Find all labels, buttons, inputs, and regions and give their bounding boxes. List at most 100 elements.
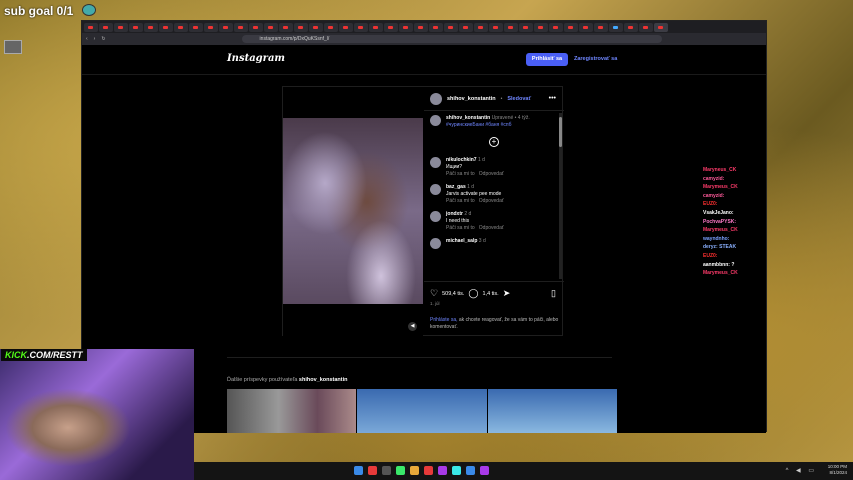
signup-link[interactable]: Zaregistrovať sa: [574, 53, 617, 66]
browser-tab[interactable]: [189, 22, 203, 32]
browser-tab[interactable]: [384, 22, 398, 32]
browser-tab[interactable]: [429, 22, 443, 32]
browser-tab[interactable]: [354, 22, 368, 32]
caption-tags[interactable]: #чуринскиеБани #баня #спб: [446, 122, 511, 128]
browser-tab[interactable]: [414, 22, 428, 32]
post-thumbnail[interactable]: [357, 389, 487, 433]
login-prompt-link[interactable]: Prihláste sa,: [430, 317, 458, 323]
browser-tab[interactable]: [219, 22, 233, 32]
more-posts-user[interactable]: shihov_konstantin: [299, 377, 348, 383]
browser-tab[interactable]: [339, 22, 353, 32]
avatar[interactable]: [430, 92, 442, 105]
browser-tab[interactable]: [324, 22, 338, 32]
post-date: 1. júl: [430, 301, 440, 306]
reply-link[interactable]: Odpovedať: [479, 171, 504, 177]
browser-tab[interactable]: [639, 22, 653, 32]
comment-user[interactable]: baz_gas: [446, 184, 466, 190]
post-thumbnail[interactable]: [227, 389, 357, 433]
start-icon[interactable]: [354, 466, 363, 475]
browser-tab[interactable]: [144, 22, 158, 32]
mute-icon[interactable]: ◀: [408, 322, 417, 331]
browser-tab[interactable]: [99, 22, 113, 32]
browser-tab[interactable]: [369, 22, 383, 32]
app-icon[interactable]: [438, 466, 447, 475]
desktop-shortcut-icon[interactable]: [4, 40, 22, 54]
follow-button[interactable]: Sledovať: [507, 96, 531, 102]
taskbar: ^ ◀ ▭ 10:00 PM 8/1/2024: [194, 462, 853, 480]
comment-icon[interactable]: ◯: [468, 288, 478, 299]
browser-tab[interactable]: [294, 22, 308, 32]
app-icon[interactable]: [452, 466, 461, 475]
back-icon[interactable]: ‹: [86, 36, 88, 42]
browser-tab[interactable]: [279, 22, 293, 32]
like-comment-link[interactable]: Páči sa mi to: [446, 198, 475, 204]
reply-link[interactable]: Odpovedať: [479, 225, 504, 231]
clock[interactable]: 10:00 PM 8/1/2024: [828, 464, 847, 476]
browser-tab[interactable]: [204, 22, 218, 32]
comment-user[interactable]: michael_salp: [446, 238, 477, 244]
browser-tab[interactable]: [264, 22, 278, 32]
browser-tab[interactable]: [579, 22, 593, 32]
reload-icon[interactable]: ↻: [101, 36, 105, 42]
post-sidebar: shihov_konstantin • Sledovať ••• shihov_…: [424, 87, 564, 337]
browser-tab[interactable]: [534, 22, 548, 32]
like-comment-link[interactable]: Páči sa mi to: [446, 171, 475, 177]
reply-link[interactable]: Odpovedať: [479, 198, 504, 204]
app-icon[interactable]: [466, 466, 475, 475]
browser-tab[interactable]: [174, 22, 188, 32]
kick-banner: KICK.COM/RESTT: [1, 349, 87, 361]
comments-list: shihov_konstantin Upravené • 4 týž. #чур…: [424, 111, 564, 281]
browser-tab[interactable]: [114, 22, 128, 32]
instagram-logo[interactable]: Instagram: [227, 53, 285, 64]
share-icon[interactable]: ➤: [503, 288, 511, 299]
browser-tab[interactable]: [129, 22, 143, 32]
avatar[interactable]: [430, 238, 441, 249]
browser-tab[interactable]: [519, 22, 533, 32]
browser-tab[interactable]: [474, 22, 488, 32]
browser-tab[interactable]: [594, 22, 608, 32]
avatar[interactable]: [430, 211, 441, 222]
browser-tab[interactable]: [249, 22, 263, 32]
bookmark-icon[interactable]: ▯: [551, 288, 556, 299]
comment-user[interactable]: jondxtr: [446, 211, 463, 217]
app-icon[interactable]: [382, 466, 391, 475]
post-thumbnail[interactable]: [487, 389, 617, 433]
chat-message: Marymeus_CK: [703, 270, 738, 277]
browser-tab[interactable]: [84, 22, 98, 32]
system-tray-icons[interactable]: ^ ◀ ▭: [786, 467, 817, 474]
list-item: michael_salp 3 d: [430, 238, 558, 249]
app-icon[interactable]: [410, 466, 419, 475]
browser-tab[interactable]: [234, 22, 248, 32]
heart-icon[interactable]: ♡: [430, 288, 438, 299]
avatar[interactable]: [430, 157, 441, 168]
app-icon[interactable]: [396, 466, 405, 475]
url-input[interactable]: instagram.com/p/DxQuKSsnf_l/: [241, 35, 662, 43]
app-icon[interactable]: [368, 466, 377, 475]
post-video[interactable]: [283, 118, 423, 304]
more-options-icon[interactable]: •••: [549, 95, 556, 102]
browser-tab-active[interactable]: [654, 22, 668, 32]
app-icon[interactable]: [480, 466, 489, 475]
load-more-icon[interactable]: +: [489, 137, 499, 147]
browser-tab[interactable]: [564, 22, 578, 32]
browser-tab[interactable]: [504, 22, 518, 32]
browser-tab[interactable]: [609, 22, 623, 32]
browser-tab[interactable]: [159, 22, 173, 32]
post-username[interactable]: shihov_konstantin: [447, 96, 496, 102]
like-comment-link[interactable]: Páči sa mi to: [446, 225, 475, 231]
browser-tab[interactable]: [444, 22, 458, 32]
avatar[interactable]: [430, 115, 441, 126]
login-button[interactable]: Prihlásiť sa: [526, 53, 568, 66]
browser-tab[interactable]: [309, 22, 323, 32]
app-icon[interactable]: [424, 466, 433, 475]
browser-tab[interactable]: [399, 22, 413, 32]
browser-tab[interactable]: [624, 22, 638, 32]
browser-tab[interactable]: [489, 22, 503, 32]
comment-user[interactable]: nikulochkin7: [446, 157, 477, 163]
caption-username[interactable]: shihov_konstantin: [446, 115, 490, 121]
browser-tab[interactable]: [459, 22, 473, 32]
comments-scrollbar[interactable]: [559, 113, 562, 279]
avatar[interactable]: [430, 184, 441, 195]
forward-icon[interactable]: ›: [94, 36, 96, 42]
browser-tab[interactable]: [549, 22, 563, 32]
